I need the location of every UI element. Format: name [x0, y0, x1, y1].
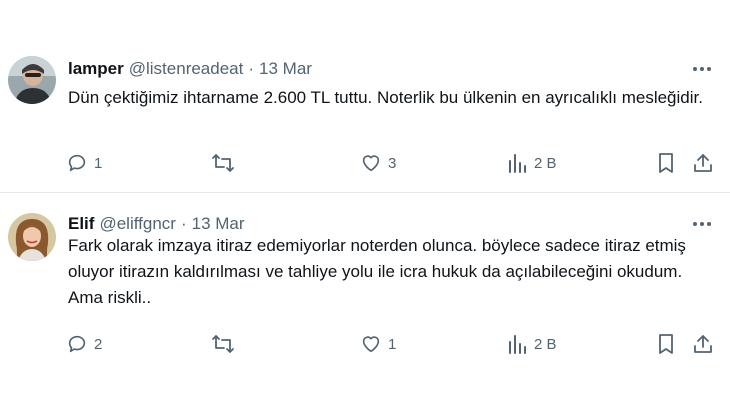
reply-count: 1 [94, 154, 103, 172]
more-horizontal-icon[interactable] [688, 58, 716, 80]
reply-icon [66, 152, 88, 174]
like-count: 3 [388, 154, 397, 172]
bookmark-button[interactable] [656, 150, 676, 176]
author-handle[interactable]: @listenreadeat [129, 59, 244, 79]
separator-dot: · [248, 59, 255, 78]
like-button[interactable]: 1 [360, 331, 396, 357]
tweet-date[interactable]: 13 Mar [259, 59, 312, 79]
share-button[interactable] [692, 150, 714, 176]
tweet-header: lamper @listenreadeat · 13 Mar [68, 58, 312, 80]
author-name[interactable]: Elif [68, 214, 94, 234]
tweet[interactable]: Elif @eliffgncr · 13 Mar Fark olarak imz… [0, 193, 730, 420]
reply-count: 2 [94, 335, 103, 353]
reply-button[interactable]: 2 [66, 331, 102, 357]
tweet-header: Elif @eliffgncr · 13 Mar [68, 213, 245, 235]
tweet-text: Fark olarak imzaya itiraz edemiyorlar no… [68, 236, 686, 307]
heart-icon [360, 152, 382, 174]
heart-icon [360, 333, 382, 355]
retweet-button[interactable] [211, 150, 235, 176]
author-name[interactable]: lamper [68, 59, 124, 79]
reply-button[interactable]: 1 [66, 150, 102, 176]
tweet[interactable]: lamper @listenreadeat · 13 Mar Dün çekti… [0, 0, 730, 193]
retweet-icon [211, 333, 235, 355]
view-count: 2 B [534, 335, 557, 353]
retweet-icon [211, 152, 235, 174]
retweet-button[interactable] [211, 331, 235, 357]
author-handle[interactable]: @eliffgncr [99, 214, 175, 234]
reply-icon [66, 333, 88, 355]
avatar[interactable] [8, 213, 56, 261]
views-button[interactable]: 2 B [508, 150, 557, 176]
like-count: 1 [388, 335, 397, 353]
avatar[interactable] [8, 56, 56, 104]
more-horizontal-icon[interactable] [688, 213, 716, 235]
views-button[interactable]: 2 B [508, 331, 557, 357]
tweet-date[interactable]: 13 Mar [192, 214, 245, 234]
bookmark-icon [656, 333, 676, 355]
tweet-text: Dün çektiğimiz ihtarname 2.600 TL tuttu.… [68, 88, 703, 107]
like-button[interactable]: 3 [360, 150, 396, 176]
share-button[interactable] [692, 331, 714, 357]
tweet-actions: 2 1 2 B [0, 331, 730, 357]
share-icon [692, 152, 714, 174]
bookmark-button[interactable] [656, 331, 676, 357]
share-icon [692, 333, 714, 355]
tweet-actions: 1 3 2 B [0, 150, 730, 176]
bookmark-icon [656, 152, 676, 174]
views-icon [508, 152, 528, 174]
view-count: 2 B [534, 154, 557, 172]
separator-dot: · [180, 214, 187, 233]
views-icon [508, 333, 528, 355]
